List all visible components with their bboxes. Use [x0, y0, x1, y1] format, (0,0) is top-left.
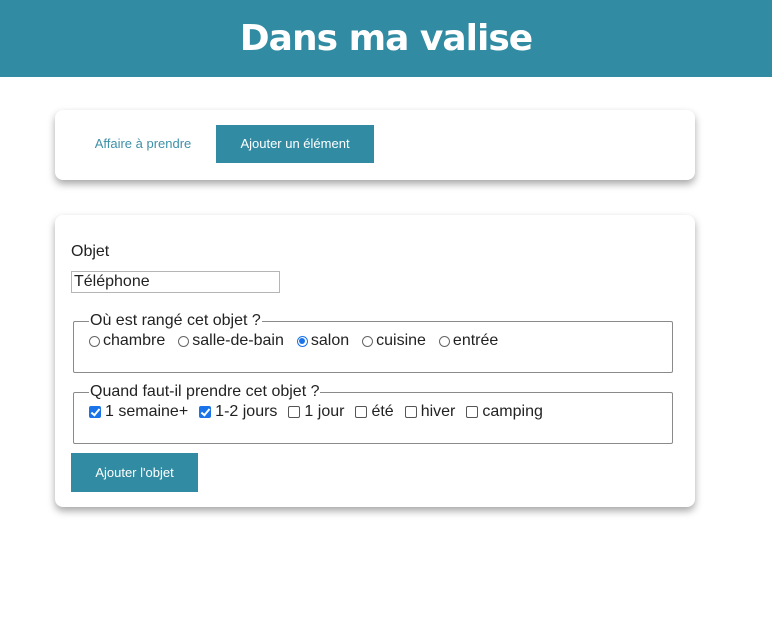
location-legend: Où est rangé cet objet ? — [90, 312, 261, 329]
tab-affaire-a-prendre[interactable]: Affaire à prendre — [78, 125, 208, 163]
checkbox[interactable] — [288, 406, 301, 418]
nav-card: Affaire à prendre Ajouter un élément — [55, 110, 695, 180]
timing-option-hiver[interactable]: hiver — [404, 403, 456, 421]
add-object-button[interactable]: Ajouter l'objet — [71, 453, 198, 492]
checkbox-label: été — [371, 403, 394, 420]
location-options: chambre salle-de-bain salon cuisine entrée — [89, 332, 672, 350]
timing-option-1-2-jours[interactable]: 1-2 jours — [199, 403, 277, 421]
checkbox[interactable] — [89, 406, 101, 418]
add-item-form: Objet Téléphone Où est rangé cet objet ?… — [55, 215, 695, 507]
location-option-cuisine[interactable]: cuisine — [362, 332, 426, 350]
timing-option-1-semaine-plus[interactable]: 1 semaine+ — [89, 403, 188, 421]
radio-button[interactable] — [438, 335, 450, 347]
checkbox-label: hiver — [420, 403, 456, 420]
radio-button[interactable] — [89, 335, 100, 347]
radio-button[interactable] — [178, 335, 190, 347]
timing-option-1-jour[interactable]: 1 jour — [288, 403, 344, 421]
timing-option-camping[interactable]: camping — [466, 403, 543, 421]
radio-button[interactable] — [296, 335, 308, 347]
radio-label: salle-de-bain — [192, 332, 284, 349]
radio-label: chambre — [103, 332, 166, 349]
object-label: Objet — [71, 243, 110, 260]
location-fieldset: Où est rangé cet objet ? chambre salle-de… — [73, 312, 673, 373]
app-title: Dans ma valise — [239, 18, 533, 59]
checkbox[interactable] — [199, 406, 212, 418]
radio-label: salon — [310, 332, 350, 349]
checkbox[interactable] — [404, 406, 417, 418]
radio-label: entrée — [452, 332, 499, 349]
radio-label: cuisine — [376, 332, 426, 349]
location-option-chambre[interactable]: chambre — [89, 332, 165, 350]
checkbox-label: 1-2 jours — [215, 403, 278, 420]
timing-options: 1 semaine+ 1-2 jours 1 jour été hiver camping — [89, 403, 672, 421]
timing-option-ete[interactable]: été — [355, 403, 394, 421]
location-option-entree[interactable]: entrée — [438, 332, 499, 350]
checkbox-label: camping — [482, 403, 543, 420]
location-option-salon[interactable]: salon — [296, 332, 350, 350]
checkbox[interactable] — [466, 406, 479, 418]
app-header: Dans ma valise — [0, 0, 772, 77]
timing-fieldset: Quand faut-il prendre cet objet ? 1 sema… — [73, 383, 673, 444]
object-name-input[interactable]: Téléphone — [71, 271, 280, 293]
checkbox[interactable] — [355, 406, 368, 418]
checkbox-label: 1 semaine+ — [105, 403, 189, 420]
location-option-salle-de-bain[interactable]: salle-de-bain — [178, 332, 284, 350]
radio-button[interactable] — [362, 335, 374, 347]
tab-ajouter-element[interactable]: Ajouter un élément — [216, 125, 374, 163]
checkbox-label: 1 jour — [304, 403, 345, 420]
timing-legend: Quand faut-il prendre cet objet ? — [90, 383, 320, 400]
